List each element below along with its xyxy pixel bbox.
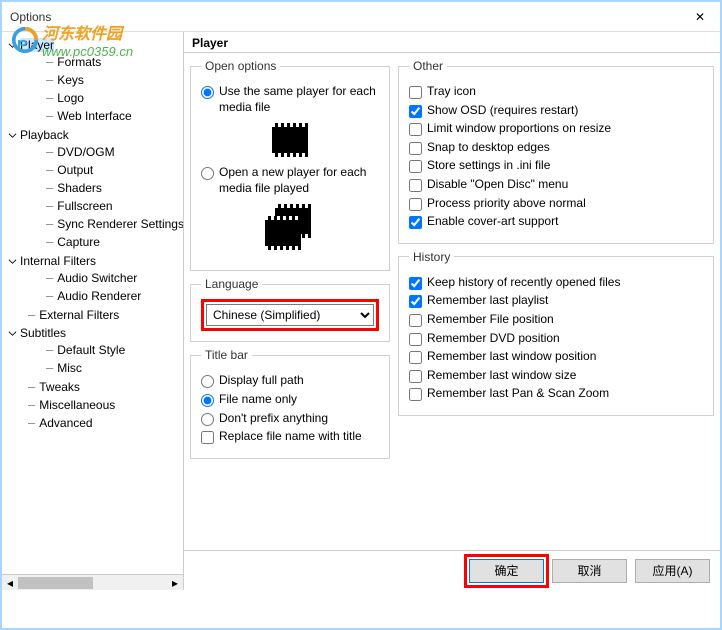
history-legend: History xyxy=(409,250,454,264)
tree-node-sync-renderer[interactable]: —Sync Renderer Settings xyxy=(46,216,183,232)
window-titlebar: Options ✕ xyxy=(2,2,720,32)
check-remember-file-pos-label: Remember File position xyxy=(427,312,554,328)
check-remember-pan-zoom[interactable] xyxy=(409,388,422,401)
tree-node-audio-renderer[interactable]: —Audio Renderer xyxy=(46,288,183,304)
window-title: Options xyxy=(10,10,51,24)
radio-same-player[interactable] xyxy=(201,86,214,99)
tree-node-misc-subtitles[interactable]: —Misc xyxy=(46,360,183,376)
radio-full-path-label: Display full path xyxy=(219,373,304,389)
check-process-priority[interactable] xyxy=(409,198,422,211)
tree-node-internal-filters[interactable]: Internal Filters xyxy=(6,253,183,269)
check-limit-window[interactable] xyxy=(409,123,422,136)
tree-node-capture[interactable]: —Capture xyxy=(46,234,183,250)
radio-no-prefix-label: Don't prefix anything xyxy=(219,411,328,427)
radio-new-player[interactable] xyxy=(201,167,214,180)
check-ini-file[interactable] xyxy=(409,160,422,173)
apply-button[interactable]: 应用(A) xyxy=(635,559,710,583)
radio-filename-only-label: File name only xyxy=(219,392,297,408)
panel-title: Player xyxy=(184,32,720,53)
other-group: Other Tray icon Show OSD (requires resta… xyxy=(398,59,714,244)
tree-node-fullscreen[interactable]: —Fullscreen xyxy=(46,198,183,214)
check-remember-win-size-label: Remember last window size xyxy=(427,368,576,384)
check-ini-file-label: Store settings in .ini file xyxy=(427,158,550,174)
film-stack-icon xyxy=(265,208,315,248)
tree-node-keys[interactable]: —Keys xyxy=(46,72,183,88)
tree-node-subtitles[interactable]: Subtitles xyxy=(6,325,183,341)
tree-node-web-interface[interactable]: —Web Interface xyxy=(46,108,183,124)
options-tree-panel: Player —Formats —Keys —Logo —Web Interfa… xyxy=(2,32,184,590)
check-remember-pan-zoom-label: Remember last Pan & Scan Zoom xyxy=(427,386,609,402)
open-options-group: Open options Use the same player for eac… xyxy=(190,59,390,271)
tree-node-tweaks[interactable]: —Tweaks xyxy=(28,379,183,395)
tree-hscrollbar[interactable]: ◂ ▸ xyxy=(2,574,183,590)
radio-new-player-label: Open a new player for each media file pl… xyxy=(219,165,379,196)
tree-node-player[interactable]: Player xyxy=(6,37,183,53)
titlebar-legend: Title bar xyxy=(201,348,252,362)
other-legend: Other xyxy=(409,59,447,73)
button-bar: 确定 取消 应用(A) xyxy=(184,550,720,590)
tree-node-audio-switcher[interactable]: —Audio Switcher xyxy=(46,270,183,286)
check-remember-dvd-pos[interactable] xyxy=(409,333,422,346)
check-disable-open-disc-label: Disable "Open Disc" menu xyxy=(427,177,568,193)
check-replace-filename[interactable] xyxy=(201,431,214,444)
tree-node-external-filters[interactable]: —External Filters xyxy=(28,307,183,323)
tree-node-miscellaneous[interactable]: —Miscellaneous xyxy=(28,397,183,413)
history-group: History Keep history of recently opened … xyxy=(398,250,714,416)
tree-node-advanced[interactable]: —Advanced xyxy=(28,415,183,431)
check-limit-window-label: Limit window proportions on resize xyxy=(427,121,611,137)
tree-node-dvd[interactable]: —DVD/OGM xyxy=(46,144,183,160)
language-select[interactable]: Chinese (Simplified) xyxy=(206,304,374,326)
check-keep-history-label: Keep history of recently opened files xyxy=(427,275,620,291)
scroll-track[interactable] xyxy=(18,575,167,591)
expand-icon[interactable] xyxy=(6,327,18,339)
check-keep-history[interactable] xyxy=(409,277,422,290)
check-remember-playlist-label: Remember last playlist xyxy=(427,293,548,309)
radio-no-prefix[interactable] xyxy=(201,413,214,426)
scroll-right-icon[interactable]: ▸ xyxy=(167,575,183,591)
tree-node-shaders[interactable]: —Shaders xyxy=(46,180,183,196)
language-legend: Language xyxy=(201,277,262,291)
expand-icon[interactable] xyxy=(6,255,18,267)
check-remember-win-size[interactable] xyxy=(409,370,422,383)
scroll-left-icon[interactable]: ◂ xyxy=(2,575,18,591)
tree-node-formats[interactable]: —Formats xyxy=(46,54,183,70)
check-tray-icon-label: Tray icon xyxy=(427,84,476,100)
check-tray-icon[interactable] xyxy=(409,86,422,99)
check-cover-art[interactable] xyxy=(409,216,422,229)
check-remember-playlist[interactable] xyxy=(409,295,422,308)
ok-button[interactable]: 确定 xyxy=(469,559,544,583)
radio-same-player-label: Use the same player for each media file xyxy=(219,84,379,115)
check-remember-file-pos[interactable] xyxy=(409,314,422,327)
check-remember-dvd-pos-label: Remember DVD position xyxy=(427,331,560,347)
check-snap-desktop-label: Snap to desktop edges xyxy=(427,140,550,156)
expand-icon[interactable] xyxy=(6,129,18,141)
check-show-osd[interactable] xyxy=(409,105,422,118)
tree-node-logo[interactable]: —Logo xyxy=(46,90,183,106)
tree-node-playback[interactable]: Playback xyxy=(6,127,183,143)
expand-icon[interactable] xyxy=(6,39,18,51)
check-remember-win-pos-label: Remember last window position xyxy=(427,349,596,365)
options-tree[interactable]: Player —Formats —Keys —Logo —Web Interfa… xyxy=(2,32,183,574)
cancel-button[interactable]: 取消 xyxy=(552,559,627,583)
language-group: Language Chinese (Simplified) xyxy=(190,277,390,342)
tree-node-default-style[interactable]: —Default Style xyxy=(46,342,183,358)
radio-filename-only[interactable] xyxy=(201,394,214,407)
open-options-legend: Open options xyxy=(201,59,280,73)
check-remember-win-pos[interactable] xyxy=(409,351,422,364)
radio-full-path[interactable] xyxy=(201,375,214,388)
check-replace-filename-label: Replace file name with title xyxy=(219,429,362,445)
close-icon: ✕ xyxy=(695,10,705,24)
scroll-thumb[interactable] xyxy=(18,577,93,589)
check-show-osd-label: Show OSD (requires restart) xyxy=(427,103,578,119)
check-disable-open-disc[interactable] xyxy=(409,179,422,192)
tree-node-output[interactable]: —Output xyxy=(46,162,183,178)
close-button[interactable]: ✕ xyxy=(680,2,720,32)
language-highlight: Chinese (Simplified) xyxy=(201,299,379,331)
check-snap-desktop[interactable] xyxy=(409,142,422,155)
film-icon xyxy=(272,127,308,153)
check-cover-art-label: Enable cover-art support xyxy=(427,214,558,230)
titlebar-group: Title bar Display full path File name on… xyxy=(190,348,390,458)
check-process-priority-label: Process priority above normal xyxy=(427,196,586,212)
